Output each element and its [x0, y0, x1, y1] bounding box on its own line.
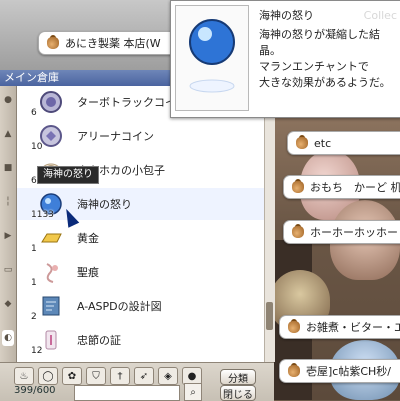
list-item[interactable]: 1133 海神の怒り: [17, 188, 264, 220]
money-bag-icon: [296, 135, 308, 149]
blue-orb-icon: [189, 19, 235, 93]
shop-sign-label: あにき製薬 本店(W: [65, 37, 161, 50]
item-quantity: 6: [31, 108, 37, 118]
item-quantity: 2: [31, 312, 37, 322]
shop-sign-label: お雑煮・ビター・エル: [306, 321, 400, 334]
item-quantity: 12: [31, 346, 43, 356]
coin-icon: 10: [31, 122, 65, 152]
filter-shield-icon[interactable]: ⛉: [86, 367, 106, 385]
tab-card-icon[interactable]: ▭: [2, 262, 14, 278]
stigma-icon: 1: [31, 258, 65, 288]
tab-armor-icon[interactable]: ■: [2, 160, 14, 176]
description-line: マランエンチャントで: [259, 60, 369, 73]
tab-misc-icon[interactable]: ◐: [2, 330, 14, 346]
blue-orb-icon: 1133: [31, 190, 65, 220]
item-description-window: 海神の怒り Collec 海神の怒りが凝縮した結晶。 マランエンチャントで 大き…: [170, 0, 400, 118]
shop-sign-label: 壱屋]c帖紫CH秒/: [306, 365, 391, 378]
filter-potion-icon[interactable]: ♨: [14, 367, 34, 385]
search-icon[interactable]: ⌕: [184, 383, 202, 401]
shop-sign[interactable]: ホーホーホッホー ホー: [283, 220, 400, 244]
item-name: 聖痕: [77, 266, 99, 279]
item-name: 忠節の証: [77, 334, 121, 347]
money-bag-icon: [47, 35, 59, 49]
shop-sign[interactable]: お雑煮・ビター・エル: [279, 315, 400, 339]
shop-sign[interactable]: etc: [287, 131, 400, 155]
scrollbar-thumb[interactable]: [266, 302, 273, 330]
item-count: 399/600: [14, 385, 56, 396]
description-line: 大きな効果があるようだ。: [259, 76, 391, 89]
tab-etc-icon[interactable]: ◆: [2, 296, 14, 312]
item-quantity: 10: [31, 142, 43, 152]
tab-item-icon[interactable]: ●: [2, 92, 14, 108]
shop-sign-label: ホーホーホッホー ホー: [310, 226, 400, 239]
close-button[interactable]: 閉じる: [220, 385, 256, 401]
item-quantity: 1: [31, 244, 37, 254]
item-list: 6 ターボトラックコイン 10 アリーナコイン 6 ホカホカの小包子 1133: [17, 86, 264, 362]
item-quantity: 1133: [31, 210, 54, 220]
filter-flower-icon[interactable]: ✿: [62, 367, 82, 385]
token-icon: 12: [31, 326, 65, 356]
blueprint-icon: 2: [31, 292, 65, 322]
list-item[interactable]: 12 忠節の証: [17, 324, 264, 356]
scrollbar[interactable]: [264, 86, 275, 362]
item-description-title: 海神の怒り: [259, 9, 314, 22]
shop-sign-label: etc: [314, 136, 332, 150]
storage-toolbar: ♨ ◯ ✿ ⛉ † ➶ ◈ ● 分類 閉じる 399/600 ⌕: [0, 362, 274, 401]
item-name: アリーナコイン: [77, 130, 154, 143]
shop-sign[interactable]: おもち かーど 机: [283, 175, 400, 199]
item-name: A-ASPDの設計図: [77, 300, 162, 313]
list-item[interactable]: 2 A-ASPDの設計図: [17, 290, 264, 322]
item-image-frame: [175, 5, 249, 111]
item-quantity: 6: [31, 176, 37, 186]
item-description-text: 海神の怒りが凝縮した結晶。 マランエンチャントで 大きな効果があるようだ。: [259, 27, 397, 91]
item-name: 海神の怒り: [77, 198, 132, 211]
gold-bar-icon: 1: [31, 224, 65, 254]
sort-button[interactable]: 分類: [220, 369, 256, 385]
list-item[interactable]: 1 黄金: [17, 222, 264, 254]
money-bag-icon: [292, 224, 304, 238]
item-tooltip: 海神の怒り: [37, 166, 99, 184]
filter-sword-icon[interactable]: †: [110, 367, 130, 385]
money-bag-icon: [288, 319, 300, 333]
filter-card-icon[interactable]: ◈: [158, 367, 178, 385]
coin-icon: 6: [31, 88, 65, 118]
search-input[interactable]: [74, 385, 180, 401]
filter-ring-icon[interactable]: ◯: [38, 367, 58, 385]
money-bag-icon: [292, 179, 304, 193]
storage-window: メイン倉庫 ● ▲ ■ ╎ ▶ ▭ ◆ ◐ 6 ターボトラックコイン 10 アリ…: [0, 70, 275, 401]
description-line: 海神の怒りが凝縮した結晶。: [259, 28, 380, 57]
list-item[interactable]: 10 アリーナコイン: [17, 120, 264, 152]
filter-arrow-icon[interactable]: ➶: [134, 367, 154, 385]
tab-equip-icon[interactable]: ▲: [2, 126, 14, 142]
money-bag-icon: [288, 363, 300, 377]
storage-tabs: ● ▲ ■ ╎ ▶ ▭ ◆ ◐: [0, 86, 17, 362]
tab-arrow-icon[interactable]: ▶: [2, 228, 14, 244]
tab-weapon-icon[interactable]: ╎: [2, 194, 14, 210]
item-name: 黄金: [77, 232, 99, 245]
shop-sign[interactable]: 壱屋]c帖紫CH秒/: [279, 359, 400, 383]
list-item[interactable]: 1 聖痕: [17, 256, 264, 288]
item-quantity: 1: [31, 278, 37, 288]
shop-sign-label: おもち かーど 机: [310, 181, 400, 194]
watermark-text: Collec: [363, 9, 397, 22]
